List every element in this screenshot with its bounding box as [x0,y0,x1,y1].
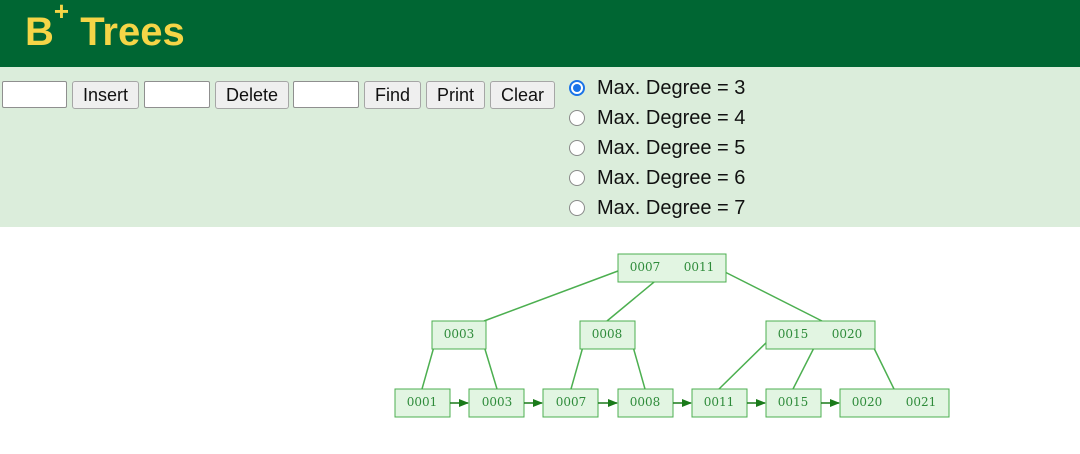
print-button[interactable]: Print [426,81,485,109]
leaf-node-3: 0007 [542,388,599,418]
leaf-1-key-1: 0001 [407,395,438,409]
leaf-node-5: 0011 [691,388,748,418]
title-plus: + [53,0,70,26]
radio-degree-7[interactable] [569,200,585,216]
insert-button[interactable]: Insert [72,81,139,109]
find-input[interactable] [293,81,359,108]
degree-option-4[interactable]: Max. Degree = 4 [569,104,745,132]
edge-root-to-0003 [483,267,627,322]
degree-label-5: Max. Degree = 5 [597,136,746,159]
page-title: B+ Trees [25,0,185,60]
leaf-6-key-1: 0015 [778,395,809,409]
internal-node-1: 0003 [431,320,487,350]
root-key-1: 0007 [630,260,661,274]
delete-button[interactable]: Delete [215,81,289,109]
clear-button[interactable]: Clear [490,81,555,109]
degree-label-6: Max. Degree = 6 [597,166,746,189]
leaf-node-4: 0008 [617,388,674,418]
leaf-2-key-1: 0003 [482,395,513,409]
internal-3-key-2: 0020 [832,327,863,341]
bplus-tree-diagram: 0007 0011 0003 0008 0015 0020 0001 0003 [394,253,950,418]
root-key-2: 0011 [684,260,715,274]
root-node: 0007 0011 [617,253,727,283]
internal-1-key-1: 0003 [444,327,475,341]
edge-root-to-0015-0020 [716,267,823,322]
leaf-node-2: 0003 [468,388,525,418]
radio-degree-4[interactable] [569,110,585,126]
leaf-7-key-2: 0021 [906,395,937,409]
radio-degree-6[interactable] [569,170,585,186]
leaf-4-key-1: 0008 [630,395,661,409]
radio-degree-5[interactable] [569,140,585,156]
degree-option-7[interactable]: Max. Degree = 7 [569,194,745,222]
degree-label-4: Max. Degree = 4 [597,106,746,129]
leaf-node-6: 0015 [765,388,822,418]
radio-degree-3[interactable] [569,80,585,96]
leaf-7-key-1: 0020 [852,395,883,409]
degree-option-5[interactable]: Max. Degree = 5 [569,134,745,162]
internal-2-key-1: 0008 [592,327,623,341]
internal-node-2: 0008 [579,320,636,350]
degree-option-6[interactable]: Max. Degree = 6 [569,164,745,192]
degree-label-3: Max. Degree = 3 [597,76,746,99]
delete-input[interactable] [144,81,210,108]
leaf-node-7: 0020 0021 [839,388,950,418]
title-trees: Trees [80,10,185,54]
internal-node-3: 0015 0020 [765,320,876,350]
tree-canvas: 0007 0011 0003 0008 0015 0020 0001 0003 [0,227,1080,449]
degree-label-7: Max. Degree = 7 [597,196,746,219]
leaf-5-key-1: 0011 [704,395,735,409]
edge-0015-to-0011 [718,335,774,390]
insert-input[interactable] [2,81,67,108]
app-header: B+ Trees [0,0,1080,67]
degree-option-3[interactable]: Max. Degree = 3 [569,74,745,102]
control-panel: Insert Delete Find Print Clear Max. Degr… [0,67,1080,227]
title-b: B [25,10,54,54]
leaf-node-1: 0001 [394,388,451,418]
internal-3-key-1: 0015 [778,327,809,341]
find-button[interactable]: Find [364,81,421,109]
leaf-3-key-1: 0007 [556,395,587,409]
